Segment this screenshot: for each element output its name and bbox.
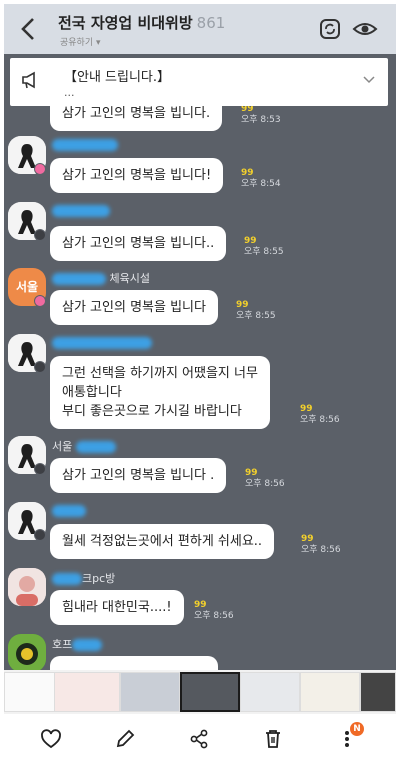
message-bubble[interactable]: 삼가 고인의 명복을 빕니다 — [50, 290, 218, 325]
photo-thumbnail-selected[interactable] — [180, 672, 240, 712]
profile-photo-icon — [8, 568, 46, 606]
avatar[interactable] — [8, 634, 46, 670]
sender-name: 체육시설 — [52, 270, 150, 286]
message-time: 오후 8:56 — [301, 545, 341, 555]
chevron-left-icon — [21, 18, 34, 40]
notification-badge: N — [350, 722, 364, 736]
message-item: 크pc방 힘내라 대한민국....! 99 오후 8:56 — [4, 568, 396, 632]
message-item: 월세 걱정없는곳에서 편하게 쉬세요.. 99 오후 8:56 — [4, 502, 396, 566]
message-meta: 99 오후 8:55 — [236, 300, 276, 322]
message-time: 오후 8:53 — [241, 115, 281, 125]
message-time: 오후 8:54 — [241, 179, 281, 189]
message-time: 오후 8:56 — [245, 479, 285, 489]
sender-name-text: 체육시설 — [109, 272, 150, 285]
message-bubble[interactable]: 힘내라 대한민국....! — [50, 590, 184, 625]
member-count: 861 — [196, 14, 226, 32]
photo-thumbnail-strip[interactable] — [4, 670, 396, 714]
message-meta: 99 오후 8:56 — [194, 600, 234, 622]
sender-name — [52, 204, 110, 217]
chat-badge-icon — [34, 361, 46, 373]
notice-title: 【안내 드립니다.】 — [64, 70, 171, 85]
message-line: 부디 좋은곳으로 가시길 바랍니다 — [62, 404, 242, 419]
megaphone-icon — [20, 70, 40, 90]
sender-name: 호프 — [52, 636, 103, 652]
message-line: 그런 선택을 하기까지 어땠을지 너무 — [62, 366, 258, 381]
chat-badge-icon — [34, 529, 46, 541]
notice-preview: ... — [64, 86, 75, 99]
photo-thumbnail[interactable] — [120, 672, 180, 712]
photo-thumbnail[interactable] — [54, 672, 120, 712]
pen-icon[interactable] — [114, 728, 136, 750]
photo-thumbnail[interactable] — [360, 672, 396, 712]
star-badge-icon — [34, 295, 46, 307]
screenshot-frame: 전국 자영업 비대위방 861 공유하기 ▾ 【안내 드립니다.】 ... 삼가 … — [0, 0, 400, 765]
sender-name — [52, 504, 86, 517]
message-bubble[interactable]: 월세 걱정없는곳에서 편하게 쉬세요.. — [50, 524, 275, 559]
sender-name — [52, 336, 152, 349]
sender-name: 서울 — [52, 438, 116, 454]
chat-badge-icon — [34, 463, 46, 475]
sender-name-text: 크pc방 — [82, 572, 116, 585]
chevron-down-icon[interactable] — [362, 72, 376, 86]
unread-count: 99 — [244, 236, 257, 246]
message-line: 애통합니다 — [62, 385, 122, 400]
avatar[interactable] — [8, 568, 46, 606]
unread-count: 99 — [300, 404, 313, 414]
trash-icon[interactable] — [262, 728, 284, 750]
star-badge-icon — [34, 163, 46, 175]
message-time: 오후 8:55 — [236, 311, 276, 321]
message-item: 서울 삼가 고인의 명복을 빕니다 . 99 오후 8:56 — [4, 436, 396, 500]
message-bubble[interactable]: 삼가 고인의 명복을 빕니다.. — [50, 226, 227, 261]
unread-count: 99 — [236, 300, 249, 310]
photo-thumbnail[interactable] — [300, 672, 360, 712]
sender-name: 크pc방 — [52, 570, 115, 586]
sync-icon[interactable] — [318, 18, 342, 40]
sender-name-text: 호프 — [52, 638, 73, 651]
message-item: 그런 선택을 하기까지 어땠을지 너무 애통합니다 부디 좋은곳으로 가시길 바… — [4, 334, 396, 434]
chat-header: 전국 자영업 비대위방 861 공유하기 ▾ — [4, 4, 396, 54]
share-icon[interactable] — [188, 728, 210, 750]
message-meta: 99 오후 8:54 — [241, 168, 281, 190]
message-time: 오후 8:56 — [194, 611, 234, 621]
message-time: 오후 8:55 — [244, 247, 284, 257]
chat-badge-icon — [34, 229, 46, 241]
unread-count: 99 — [241, 168, 254, 178]
message-bubble[interactable]: 그런 선택을 하기까지 어땠을지 너무 애통합니다 부디 좋은곳으로 가시길 바… — [50, 356, 270, 429]
eye-icon[interactable] — [352, 18, 378, 40]
photo-thumbnail[interactable] — [240, 672, 300, 712]
unread-count: 99 — [194, 600, 207, 610]
message-item: 삼가 고인의 명복을 빕니다.. 99 오후 8:55 — [4, 202, 396, 268]
message-meta: 99 오후 8:56 — [300, 404, 340, 426]
message-bubble[interactable]: 삼가 고인의 명복을 빕니다! — [50, 158, 224, 193]
message-meta: 99 오후 8:55 — [244, 236, 284, 258]
message-item: 삼가 고인의 명복을 빕니다! 99 오후 8:54 — [4, 136, 396, 200]
notice-banner[interactable]: 【안내 드립니다.】 ... — [10, 58, 388, 106]
message-bubble[interactable]: 삼가 고인의 명복을 빕니다 . — [50, 458, 227, 493]
message-item: 서울 체육시설 삼가 고인의 명복을 빕니다 99 오후 8:55 — [4, 268, 396, 332]
chat-title-text: 전국 자영업 비대위방 — [58, 14, 193, 32]
message-item: 호프 — [4, 634, 396, 670]
message-bubble[interactable] — [50, 656, 218, 670]
heart-icon[interactable] — [40, 728, 62, 750]
unread-count: 99 — [301, 534, 314, 544]
profile-photo-icon — [8, 634, 46, 670]
sender-name-text: 서울 — [52, 440, 73, 453]
message-meta: 99 오후 8:56 — [245, 468, 285, 490]
message-meta: 99 오후 8:53 — [241, 104, 281, 126]
message-time: 오후 8:56 — [300, 415, 340, 425]
back-button[interactable] — [16, 14, 42, 44]
bottom-toolbar: N — [4, 714, 396, 765]
message-meta: 99 오후 8:56 — [301, 534, 341, 556]
sender-name — [52, 138, 118, 151]
chat-area[interactable]: 【안내 드립니다.】 ... 삼가 고인의 명복을 빕니다. 99 오후 8:5… — [4, 54, 396, 670]
share-link[interactable]: 공유하기 ▾ — [60, 35, 101, 48]
chat-title: 전국 자영업 비대위방 861 — [58, 12, 225, 33]
unread-count: 99 — [245, 468, 258, 478]
